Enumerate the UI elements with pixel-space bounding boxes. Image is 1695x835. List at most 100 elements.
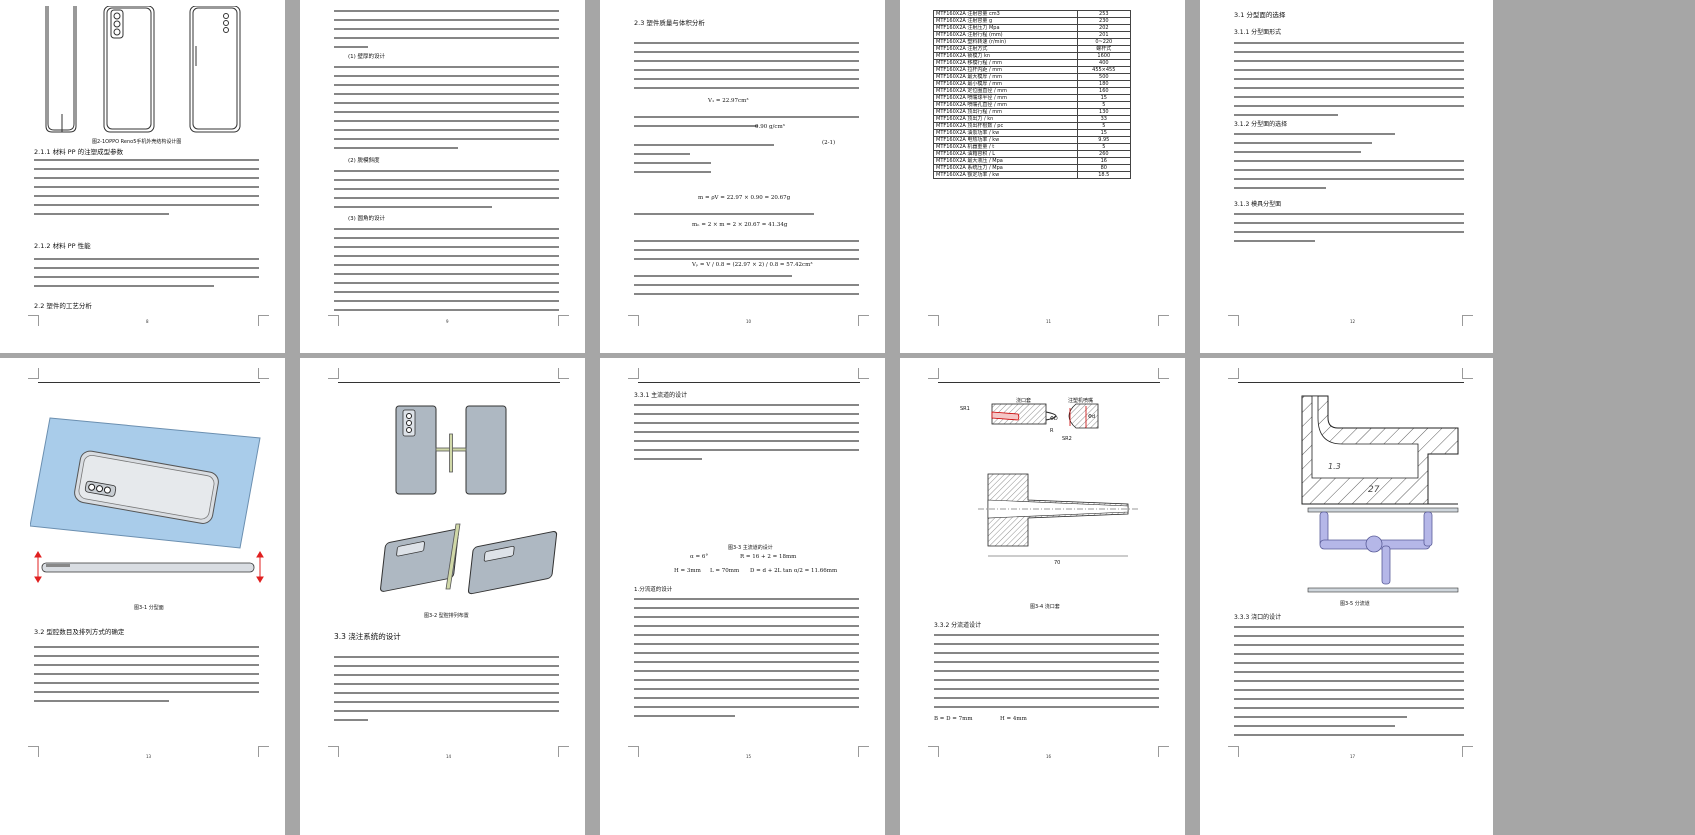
density-value: 0.90 g/cm³	[755, 124, 785, 130]
paragraph	[334, 656, 559, 728]
section-heading: 3.3 浇注系统的设计	[334, 632, 401, 641]
document-page-3: 2.3 塑件质量与体积分析 V₁ = 22.97cm³ 0.90 g/cm³ (…	[600, 0, 885, 353]
equation: R = 16 + 2 = 18mm	[740, 554, 797, 560]
table-cell-value: 18.5	[1076, 171, 1132, 179]
paragraph	[634, 275, 859, 302]
table-cell-parameter: MTF160X2A 注射容量 cm3	[933, 10, 1078, 18]
label-sr1: SR1	[960, 406, 970, 412]
paragraph	[634, 144, 774, 180]
sprue-bushing-drawing: SR1 浇口套 注塑机喷嘴 Φd ΦD R SR2 70	[960, 397, 1138, 566]
table-cell-parameter: MTF160X2A 机器重量 / t	[933, 143, 1078, 151]
cavity-layout-drawing	[380, 405, 558, 595]
table-row: MTF160X2A 顶出杆根数 / pc 5	[933, 122, 1132, 130]
page-corner-mark	[28, 315, 39, 326]
subheading: (2) 脱模斜度	[348, 158, 380, 164]
document-page-9: SR1 浇口套 注塑机喷嘴 Φd ΦD R SR2 70 图3-4 浇口套 3.…	[900, 358, 1185, 835]
paragraph	[634, 116, 859, 134]
table-row: MTF160X2A 油箱容积 / L 260	[933, 150, 1132, 158]
document-page-4: MTF160X2A 注射容量 cm3 253 MTF160X2A 注射容量 g 230…	[900, 0, 1185, 353]
table-row: MTF160X2A 喷嘴球半径 / mm 15	[933, 94, 1132, 102]
label-sprue: 浇口套	[1016, 397, 1031, 404]
table-cell-value: 160	[1076, 87, 1132, 95]
paragraph	[1234, 133, 1464, 196]
page-number: 14	[446, 754, 452, 759]
table-cell-parameter: MTF160X2A 定位圈直径 / mm	[933, 87, 1078, 95]
table-cell-parameter: MTF160X2A 顶出杆根数 / pc	[933, 122, 1078, 130]
parting-side-view	[34, 551, 264, 583]
equation-number: (2-1)	[822, 140, 836, 146]
page-number: 8	[146, 319, 149, 324]
label-phi-D: ΦD	[1050, 416, 1058, 422]
equation: V₁ = 22.97cm³	[708, 98, 749, 104]
table-cell-parameter: MTF160X2A 喷嘴球半径 / mm	[933, 94, 1078, 102]
subheading: (1) 壁厚的设计	[348, 54, 386, 60]
table-row: MTF160X2A 注射行程 (mm) 201	[933, 31, 1132, 39]
section-heading: 2.3 塑件质量与体积分析	[634, 19, 705, 27]
page-number: 11	[1046, 319, 1052, 324]
table-cell-parameter: MTF160X2A 顶出力 / kn	[933, 115, 1078, 123]
table-cell-parameter: MTF160X2A 油箱容积 / L	[933, 150, 1078, 158]
table-cell-value: 0~220	[1076, 38, 1132, 46]
page-number: 9	[446, 319, 449, 324]
table-cell-parameter: MTF160X2A 注射行程 (mm)	[933, 31, 1078, 39]
table-cell-value: 5	[1076, 143, 1132, 151]
section-heading: 2.2 塑件的工艺分析	[34, 302, 92, 310]
page-number: 15	[746, 754, 752, 759]
paragraph	[334, 170, 559, 215]
table-cell-value: 5	[1076, 122, 1132, 130]
table-row: MTF160X2A 喷嘴孔直径 / mm 5	[933, 101, 1132, 109]
paragraph	[34, 258, 259, 294]
label-phi-d: Φd	[1088, 414, 1095, 420]
table-row: MTF160X2A 注射容量 cm3 253	[933, 10, 1132, 18]
table-cell-parameter: MTF160X2A 电热功率 / kw	[933, 136, 1078, 144]
page-number: 17	[1350, 754, 1356, 759]
table-cell-value: 16	[1076, 157, 1132, 165]
figure-caption: 图3-3 主流道的设计	[728, 545, 773, 551]
subheading: (3) 圆角的设计	[348, 216, 386, 222]
paragraph	[334, 228, 559, 318]
table-cell-parameter: MTF160X2A 最大模厚 / mm	[933, 73, 1078, 81]
subsection-heading: 3.1.1 分型面形式	[1234, 29, 1282, 36]
document-page-1: 图2-1OPPO Reno5手机外壳结构设计图 2.1.1 材料 PP 的注塑成…	[0, 0, 285, 353]
figure-caption: 图3-5 分流道	[1340, 601, 1370, 607]
paragraph	[334, 10, 559, 55]
equation: B = D = 7mm	[934, 716, 973, 722]
subsection-heading: 3.1.2 分型面的选择	[1234, 121, 1288, 128]
table-row: MTF160X2A 最大液压 / Mpa 16	[933, 157, 1132, 165]
label-nozzle: 注塑机喷嘴	[1068, 397, 1093, 404]
table-cell-value: 455×455	[1076, 66, 1132, 74]
table-row: MTF160X2A 电热功率 / kw 9.95	[933, 136, 1132, 144]
table-cell-value: 33	[1076, 115, 1132, 123]
equation: Vₚ = V / 0.8 = (22.97 × 2) / 0.8 = 57.42…	[692, 262, 813, 268]
injection-machine-table: MTF160X2A 注射容量 cm3 253 MTF160X2A 注射容量 g 230…	[933, 10, 1132, 179]
page-number: 16	[1046, 754, 1052, 759]
table-cell-value: 201	[1076, 31, 1132, 39]
subsection-heading: 3.3.2 分流道设计	[934, 622, 982, 629]
table-cell-value: 202	[1076, 24, 1132, 32]
table-cell-parameter: MTF160X2A 最大液压 / Mpa	[933, 157, 1078, 165]
table-cell-value: 9.95	[1076, 136, 1132, 144]
document-page-6: 图3-1 分型面 3.2 型腔数目及排列方式的确定 13	[0, 358, 285, 835]
document-page-10: 1.3 27 图3-5 分流道 3.3.3 浇口的设计 17	[1200, 358, 1493, 835]
table-cell-parameter: MTF160X2A 塑料转速 (r/min)	[933, 38, 1078, 46]
table-cell-parameter: MTF160X2A 注射方式	[933, 45, 1078, 53]
table-row: MTF160X2A 顶出行程 / mm 130	[933, 108, 1132, 116]
dimension-70: 70	[1054, 560, 1060, 566]
page-corner-mark	[258, 315, 269, 326]
document-page-7: 图3-2 型腔排列布置 3.3 浇注系统的设计 14	[300, 358, 585, 835]
table-cell-parameter: MTF160X2A 锁模力 kn	[933, 52, 1078, 60]
equation: H = 3mm	[674, 568, 701, 574]
equation: α = 6°	[690, 554, 709, 560]
table-row: MTF160X2A 移模行程 / mm 400	[933, 59, 1132, 67]
label-sr2: SR2	[1062, 436, 1072, 442]
figure-caption: 图3-1 分型面	[134, 605, 164, 611]
table-row: MTF160X2A 拉杆内距 / mm 455×455	[933, 66, 1132, 74]
paragraph	[934, 634, 1159, 715]
paragraph	[1234, 213, 1464, 249]
page-number: 10	[746, 319, 752, 324]
table-cell-value: 15	[1076, 129, 1132, 137]
table-cell-value: 1600	[1076, 52, 1132, 60]
equation: H = 4mm	[1000, 716, 1027, 722]
equation: m = ρV = 22.97 × 0.90 = 20.67g	[698, 195, 791, 201]
equation: mₙ = 2 × m = 2 × 20.67 = 41.34g	[692, 222, 788, 228]
